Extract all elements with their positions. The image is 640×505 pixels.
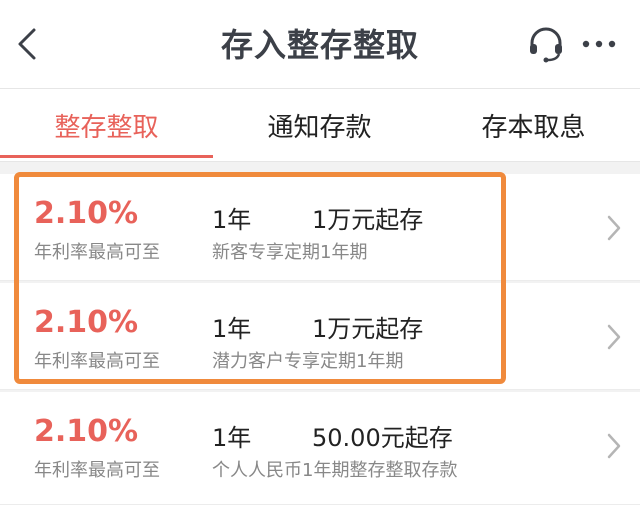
- min-amount: 50.00元起存: [312, 424, 453, 452]
- tab-bar: 整存整取 通知存款 存本取息: [0, 89, 640, 162]
- rate-label: 年利率最高可至: [34, 460, 160, 481]
- tab-interest-withdrawal[interactable]: 存本取息: [427, 107, 640, 144]
- more-button[interactable]: [580, 36, 620, 52]
- rate-value: 2.10%: [34, 414, 139, 449]
- chevron-right-icon: [607, 433, 621, 459]
- product-row[interactable]: 2.10% 年利率最高可至 1年 50.00元起存 个人人民币1年期整存整取存款: [0, 392, 640, 505]
- chevron-right-icon: [607, 215, 621, 241]
- tab-notice-deposit[interactable]: 通知存款: [213, 107, 426, 144]
- support-button[interactable]: [526, 24, 566, 64]
- headset-icon: [530, 27, 562, 63]
- chevron-right-icon: [607, 324, 621, 350]
- product-description: 个人人民币1年期整存整取存款: [212, 460, 458, 481]
- term: 1年: [212, 424, 252, 452]
- more-dots-icon: [582, 40, 616, 48]
- tab-fixed-deposit[interactable]: 整存整取: [0, 107, 213, 144]
- highlight-frame: [14, 172, 506, 384]
- top-bar: 存入整存整取: [0, 0, 640, 89]
- active-tab-indicator: [0, 155, 213, 158]
